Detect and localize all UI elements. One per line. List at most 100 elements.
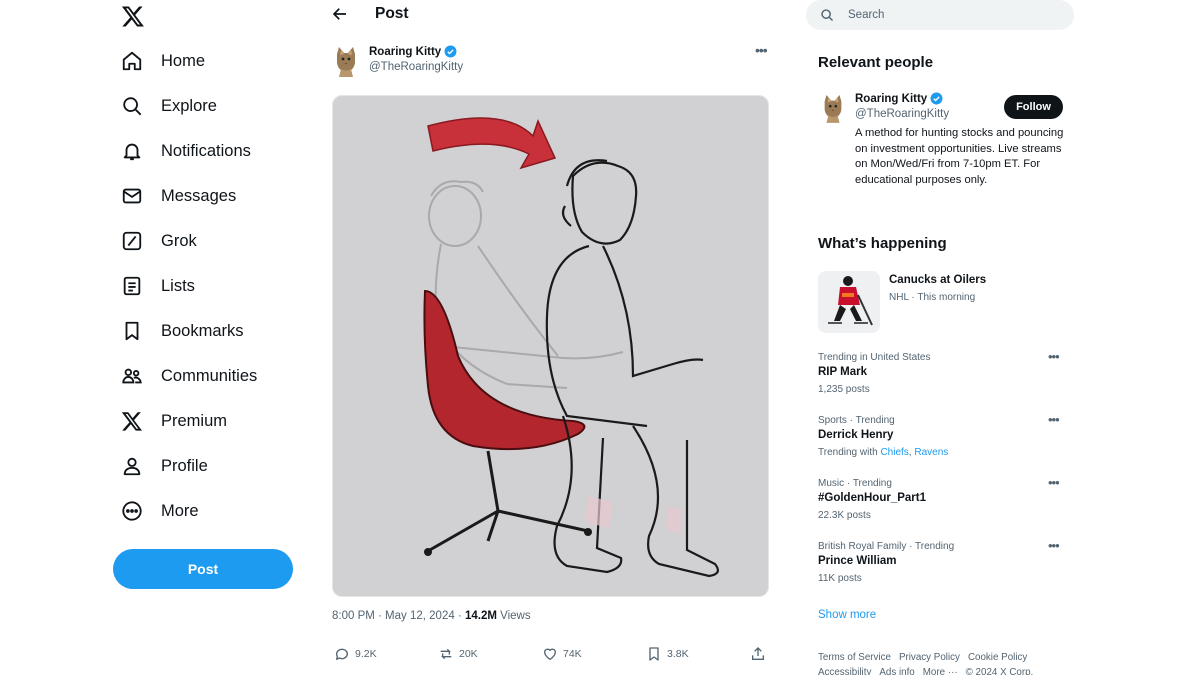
author-avatar[interactable] xyxy=(332,45,360,77)
trend-count: 22.3K posts xyxy=(818,510,871,521)
whats-happening-title: What’s happening xyxy=(818,235,947,252)
event-title[interactable]: Canucks at Oilers xyxy=(889,274,986,286)
show-more-link[interactable]: Show more xyxy=(818,609,876,621)
more-options-icon[interactable]: ••• xyxy=(1048,412,1060,427)
share-icon xyxy=(752,647,764,660)
trend-item[interactable]: British Royal Family · Trending Prince W… xyxy=(818,538,1068,593)
nav-item-explore[interactable]: Explore xyxy=(121,89,217,123)
repost-button[interactable]: 20K xyxy=(438,646,478,662)
bell-icon xyxy=(123,143,141,161)
trend-related: Trending with Chiefs, Ravens xyxy=(818,447,948,458)
relevant-person-bio: A method for hunting stocks and pouncing… xyxy=(855,127,1064,186)
repost-icon xyxy=(440,648,452,660)
more-options-icon[interactable]: ••• xyxy=(1048,349,1060,364)
more-circle-icon xyxy=(122,501,142,521)
author-name-text: Roaring Kitty xyxy=(369,45,442,58)
more-options-icon[interactable]: ••• xyxy=(1048,475,1060,490)
bookmark-icon xyxy=(125,321,139,341)
nav-label-grok: Grok xyxy=(161,231,197,250)
post-image[interactable] xyxy=(332,95,769,597)
back-arrow-icon[interactable] xyxy=(331,5,349,23)
nav-label-communities: Communities xyxy=(161,366,258,385)
footer-link-cookies[interactable]: Cookie Policy xyxy=(968,652,1027,663)
search-icon xyxy=(123,97,142,116)
footer-link-privacy[interactable]: Privacy Policy xyxy=(899,652,960,663)
nav-label-explore: Explore xyxy=(161,96,217,115)
trend-item[interactable]: Sports · Trending Derrick Henry Trending… xyxy=(818,412,1068,467)
trend-item[interactable]: Trending in United States RIP Mark 1,235… xyxy=(818,349,1068,404)
post-actions: 9.2K 20K 74K 3.8K xyxy=(334,646,774,666)
grok-icon xyxy=(122,231,142,251)
follow-button[interactable]: Follow xyxy=(1004,95,1063,119)
author-name[interactable]: Roaring Kitty xyxy=(369,45,457,58)
trend-context: Trending in United States xyxy=(818,352,931,363)
nav-label-bookmarks: Bookmarks xyxy=(161,321,244,340)
trend-context: Music · Trending xyxy=(818,478,892,489)
nav-item-lists[interactable]: Lists xyxy=(121,269,195,303)
views-count: 14.2M xyxy=(464,610,497,622)
reply-icon xyxy=(335,648,348,660)
relevant-person-name[interactable]: Roaring Kitty xyxy=(855,92,943,105)
relevant-people-title: Relevant people xyxy=(818,54,934,71)
nav-item-profile[interactable]: Profile xyxy=(121,449,208,483)
communities-icon xyxy=(122,368,142,384)
post-button[interactable]: Post xyxy=(113,549,293,589)
nav-item-notifications[interactable]: Notifications xyxy=(121,134,251,168)
footer-link-ads[interactable]: Ads info xyxy=(879,667,914,675)
views-label: Views xyxy=(496,610,531,622)
post-timestamp[interactable]: 8:00 PM · May 12, 2024 · xyxy=(332,610,465,622)
list-icon xyxy=(123,276,141,296)
footer-link-terms[interactable]: Terms of Service xyxy=(818,652,891,663)
author-handle[interactable]: @TheRoaringKitty xyxy=(369,61,463,73)
relevant-person-name-text: Roaring Kitty xyxy=(855,92,928,105)
bookmark-icon xyxy=(649,647,659,661)
share-button[interactable] xyxy=(750,646,766,662)
x-logo-icon xyxy=(121,412,142,431)
right-sidebar: Relevant people Roaring Kitty @TheRoarin… xyxy=(806,0,1076,675)
like-button[interactable]: 74K xyxy=(542,646,582,662)
footer-link-accessibility[interactable]: Accessibility xyxy=(818,667,871,675)
footer-links: Terms of Service Privacy Policy Cookie Pol… xyxy=(818,650,1068,675)
nav-item-communities[interactable]: Communities xyxy=(121,359,257,393)
trend-context: Sports · Trending xyxy=(818,415,895,426)
search-bar[interactable] xyxy=(806,0,1074,30)
nav-label-profile: Profile xyxy=(161,456,208,475)
nav-item-more[interactable]: More xyxy=(121,494,199,528)
nav-item-messages[interactable]: Messages xyxy=(121,179,236,213)
repost-count: 20K xyxy=(459,648,478,660)
search-icon xyxy=(821,9,834,22)
hockey-player-image xyxy=(828,276,873,326)
trend-count: 11K posts xyxy=(818,573,862,584)
trend-name: Prince William xyxy=(818,555,897,567)
nav-label-notifications: Notifications xyxy=(161,141,251,160)
trend-name: RIP Mark xyxy=(818,366,868,378)
nav-label-messages: Messages xyxy=(161,186,237,205)
trend-count: 1,235 posts xyxy=(818,384,870,395)
avatar[interactable] xyxy=(820,93,846,123)
search-input[interactable] xyxy=(848,9,1038,21)
relevant-person-handle[interactable]: @TheRoaringKitty xyxy=(855,108,949,120)
trend-link-ravens[interactable]: Ravens xyxy=(914,447,948,458)
sidebar-nav: Home Explore Notifications Messages Grok… xyxy=(113,0,313,675)
bookmark-count: 3.8K xyxy=(667,648,689,660)
trend-item[interactable]: Music · Trending #GoldenHour_Part1 22.3K… xyxy=(818,475,1068,530)
post-detail: Post Roaring Kitty @TheRoaringKitty ••• xyxy=(320,0,788,675)
bookmark-button[interactable]: 3.8K xyxy=(646,646,689,662)
more-options-icon[interactable]: ••• xyxy=(1048,538,1060,553)
reply-button[interactable]: 9.2K xyxy=(334,646,377,662)
x-logo-icon[interactable] xyxy=(121,4,145,28)
nav-item-grok[interactable]: Grok xyxy=(121,224,197,258)
nav-item-bookmarks[interactable]: Bookmarks xyxy=(121,314,244,348)
event-thumbnail[interactable] xyxy=(818,271,880,333)
verified-badge-icon xyxy=(930,92,943,105)
nav-item-premium[interactable]: Premium xyxy=(121,404,227,438)
more-options-icon[interactable]: ••• xyxy=(755,42,768,58)
chair-meme-illustration xyxy=(423,117,719,578)
page-title: Post xyxy=(375,5,409,22)
footer-link-more[interactable]: More ··· xyxy=(923,667,958,675)
trend-link-chiefs[interactable]: Chiefs xyxy=(880,447,908,458)
nav-label-home: Home xyxy=(161,51,206,70)
nav-label-more: More xyxy=(161,501,199,520)
home-icon xyxy=(122,51,142,71)
nav-item-home[interactable]: Home xyxy=(121,44,205,78)
